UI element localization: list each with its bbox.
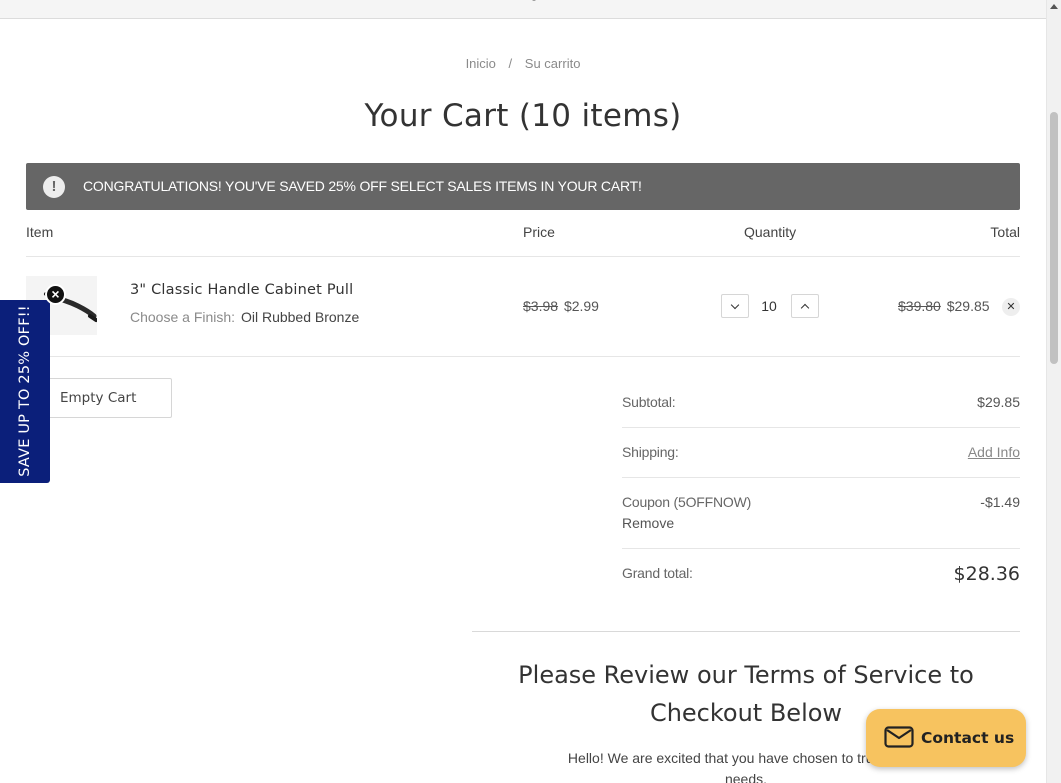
- savings-alert: ! CONGRATULATIONS! YOU'VE SAVED 25% OFF …: [26, 163, 1020, 210]
- contact-us-label: Contact us: [921, 729, 1015, 747]
- terms-divider: [472, 631, 1020, 632]
- finish-value: Oil Rubbed Bronze: [240, 309, 360, 325]
- scrollbar-thumb[interactable]: [1050, 112, 1058, 364]
- shipping-add-info-link[interactable]: Add Info: [968, 444, 1020, 460]
- breadcrumb-separator: /: [508, 56, 513, 71]
- header-divider: [26, 256, 1020, 257]
- row-divider: [26, 356, 1020, 357]
- remove-coupon-link[interactable]: Remove: [622, 515, 674, 531]
- unit-price-sale: $2.99: [563, 298, 599, 314]
- unit-price: $3.98 $2.99: [523, 298, 599, 314]
- breadcrumb-home-link[interactable]: Inicio: [466, 56, 496, 71]
- contact-us-button[interactable]: Contact us: [866, 709, 1026, 767]
- coupon-label: Coupon (5OFFNOW): [622, 494, 752, 510]
- exclamation-circle-icon: !: [43, 176, 65, 198]
- top-bar-indicator: [532, 0, 536, 1]
- shipping-label: Shipping:: [622, 444, 679, 460]
- unit-price-original: $3.98: [523, 298, 559, 314]
- summary-divider: [622, 548, 1020, 549]
- page-title: Your Cart (10 items): [364, 98, 682, 134]
- terms-body-line: needs.: [724, 771, 768, 783]
- promo-side-tab[interactable]: SAVE UP TO 25% OFF!!: [0, 300, 50, 483]
- grand-total-value: $28.36: [953, 563, 1020, 585]
- subtotal-value: $29.85: [977, 394, 1020, 410]
- close-icon[interactable]: ×: [45, 284, 66, 305]
- line-total-original: $39.80: [898, 298, 941, 314]
- remove-item-button[interactable]: ✕: [1002, 298, 1020, 316]
- scroll-up-arrow-icon[interactable]: [1050, 4, 1058, 9]
- column-header-price: Price: [523, 224, 555, 240]
- column-header-total: Total: [990, 224, 1020, 240]
- promo-side-tab-label: SAVE UP TO 25% OFF!!: [17, 305, 33, 477]
- breadcrumb: Inicio / Su carrito: [0, 56, 1046, 71]
- product-finish: Choose a Finish: Oil Rubbed Bronze: [130, 309, 359, 325]
- chevron-down-icon: [730, 300, 740, 310]
- product-name[interactable]: 3" Classic Handle Cabinet Pull: [130, 282, 353, 298]
- quantity-increase-button[interactable]: [791, 294, 819, 318]
- alert-text: CONGRATULATIONS! YOU'VE SAVED 25% OFF SE…: [83, 178, 642, 194]
- chevron-up-icon: [800, 303, 810, 313]
- column-header-item: Item: [26, 224, 54, 240]
- column-header-quantity: Quantity: [744, 224, 797, 240]
- line-total-sale: $29.85: [946, 298, 990, 314]
- grand-total-label: Grand total:: [622, 565, 693, 581]
- summary-divider: [622, 427, 1020, 428]
- subtotal-label: Subtotal:: [622, 394, 676, 410]
- finish-label: Choose a Finish:: [130, 309, 236, 325]
- coupon-value: -$1.49: [980, 494, 1020, 510]
- quantity-decrease-button[interactable]: [721, 294, 749, 318]
- quantity-input[interactable]: 10: [755, 298, 783, 314]
- scrollbar[interactable]: [1046, 0, 1061, 783]
- line-total: $39.80 $29.85: [898, 298, 990, 314]
- breadcrumb-current: Su carrito: [524, 56, 581, 71]
- envelope-icon: [884, 726, 914, 748]
- summary-divider: [622, 477, 1020, 478]
- top-bar: [0, 0, 1046, 19]
